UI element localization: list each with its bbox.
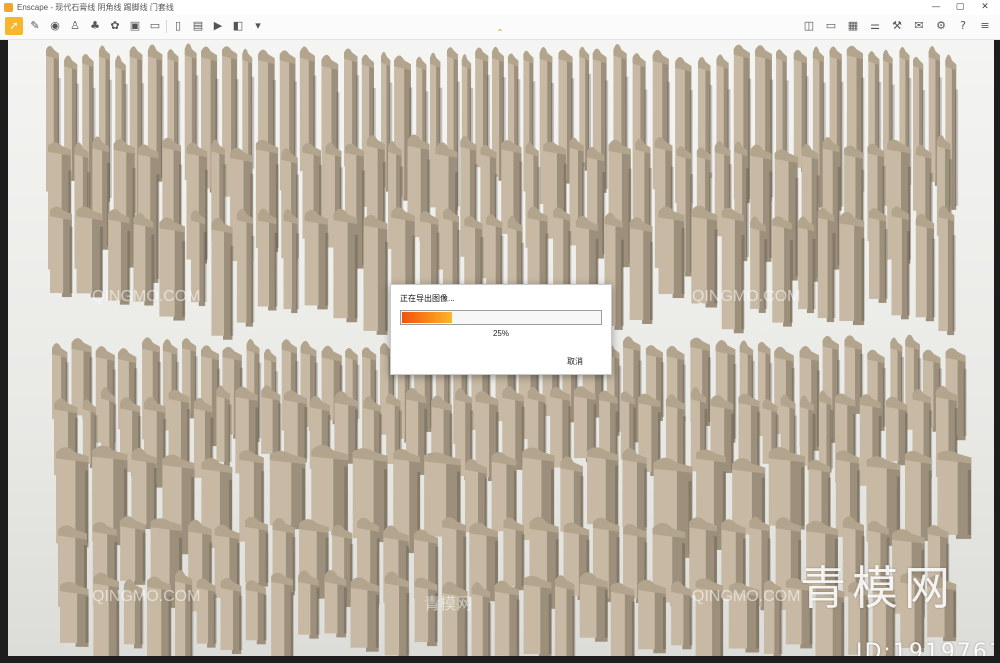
molding-profile [658,206,685,299]
dialog-title: 正在导出图像... [400,294,455,303]
molding-profile [283,208,300,314]
box-icon[interactable]: ▣ [126,17,144,35]
molding-profile [721,207,745,334]
mark-icon[interactable]: ✎ [26,17,44,35]
progress-percent: 25% [492,329,509,338]
molding-profile [59,581,89,647]
title-bar: Enscape - 现代石膏线 阴角线 踢脚线 门套线 — ▢ ✕ [0,0,1000,16]
molding-profile [211,217,234,340]
export-dialog: 正在导出图像... 25% 取消 [390,284,612,375]
molding-profile [471,582,492,656]
molding-profile [798,216,816,314]
molding-profile [76,206,103,298]
help-icon[interactable]: ? [954,17,972,35]
watermark-text: QINGMO.COM [92,288,201,305]
watermark-text: QINGMO.COM [692,588,801,605]
wrench-icon[interactable]: ⚒ [888,17,906,35]
molding-profile [885,396,908,466]
molding-profile [93,572,120,656]
molding-profile [324,570,347,638]
settings-icon[interactable]: ⚙ [932,17,950,35]
cancel-button[interactable]: 取消 [567,356,583,367]
molding-profile [638,579,667,654]
molding-profile [915,213,936,322]
watermark-text: QINGMO.COM [692,288,801,305]
toolbar-divider [166,20,167,33]
molding-profile [50,206,73,298]
dropdown-icon[interactable]: ▾ [249,17,267,35]
brand-logo: 青模网 [800,561,956,615]
sliders-icon[interactable]: ⚌ [866,17,884,35]
molding-profile [298,570,320,639]
molding-profile [937,450,972,539]
molding-profile [527,386,547,457]
door-icon[interactable]: ▯ [169,17,187,35]
molding-profile [257,208,278,311]
camera-icon[interactable]: ◉ [46,17,64,35]
molding-profile [363,214,389,335]
molding-profile [817,207,836,323]
panorama-icon[interactable]: ▦ [844,17,862,35]
molding-profile [554,575,576,656]
molding-profile [839,211,865,326]
molding-profile [261,385,282,458]
molding-profile [284,390,308,463]
plant-icon[interactable]: ✿ [106,17,124,35]
molding-profile [269,451,306,530]
molding-profile [350,577,379,652]
molding-profile [245,580,267,645]
window-title: Enscape - 现代石膏线 阴角线 踢脚线 门套线 [17,3,174,12]
tree-icon[interactable]: ♣ [86,17,104,35]
enscape-logo-icon [4,3,13,12]
molding-profile [216,385,232,466]
molding-profile [494,580,520,656]
molding-profile [175,569,194,656]
camera-icon[interactable]: ◫ [800,17,818,35]
molding-profile [868,208,888,303]
molding-profile [905,450,932,542]
people-icon[interactable]: ♙ [66,17,84,35]
watermark-logo: 青模网 [424,596,473,613]
molding-profile [311,444,349,536]
minimize-button[interactable]: — [927,1,945,14]
menu-icon[interactable]: ≡ [976,17,994,35]
molding-profile [579,572,608,642]
molding-profile [384,571,410,656]
molding-profile [333,208,358,323]
molding-profile [120,516,146,585]
video-icon[interactable]: ▶ [209,17,227,35]
molding-profile [938,205,956,336]
molding-profile [622,448,648,532]
molding-profile [768,447,805,530]
molding-profile [244,516,269,587]
molding-profile [523,575,552,656]
molding-profile [503,517,525,591]
molding-profile [587,447,619,529]
car-icon[interactable]: ▭ [146,17,164,35]
maximize-button[interactable]: ▢ [951,1,969,14]
progress-bar [400,310,602,325]
molding-profile [772,216,793,327]
screen-icon[interactable]: ▭ [822,17,840,35]
chat-icon[interactable]: ✉ [910,17,928,35]
molding-profile [220,578,243,655]
molding-profile [236,208,255,327]
molding-profile [629,217,654,325]
molding-profile [671,581,693,650]
molding-profile [271,572,294,656]
view-icon[interactable]: ◧ [229,17,247,35]
molding-profile [131,447,157,530]
watermark-text: QINGMO.COM [92,588,201,605]
molding-profile [304,209,329,310]
collapse-toolbar-icon[interactable]: ⌃ [494,28,506,37]
molding-profile [891,206,911,320]
molding-profile [610,582,635,656]
molding-profile [818,390,834,473]
cursor-icon[interactable]: ➚ [5,17,23,35]
brand-id: ID:1919761 [856,640,994,656]
close-button[interactable]: ✕ [976,1,994,14]
progress-fill [402,312,452,323]
image-icon[interactable]: ▤ [189,17,207,35]
